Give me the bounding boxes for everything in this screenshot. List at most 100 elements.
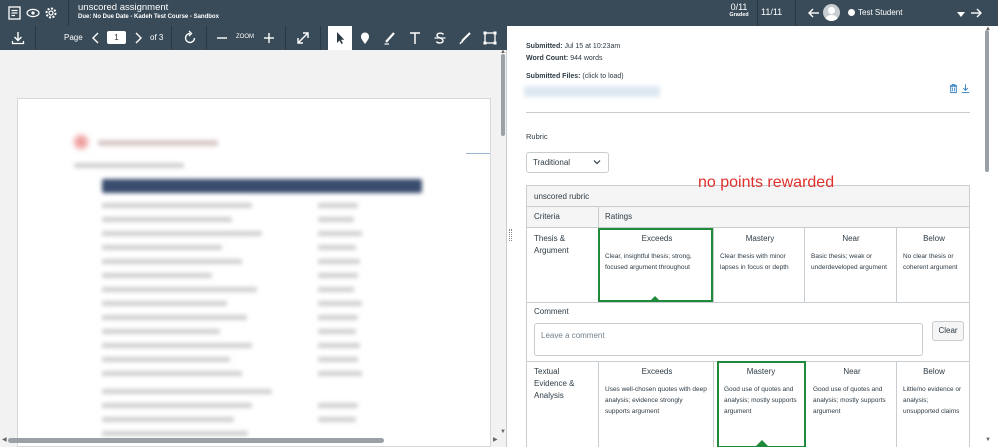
blurred-text	[102, 329, 220, 334]
comment-input[interactable]: Leave a comment	[534, 323, 923, 356]
rating-cell[interactable]: Mastery Clear thesis with minor lapses i…	[720, 234, 800, 273]
eye-icon[interactable]	[25, 5, 41, 21]
blurred-text	[102, 417, 234, 422]
document-horizontal-scrollbar[interactable]	[8, 438, 384, 443]
blurred-text	[102, 343, 252, 348]
selected-rating-outline	[598, 228, 713, 302]
rubric-header-row: Criteria Ratings	[527, 207, 969, 228]
rating-title: Mastery	[745, 234, 775, 243]
blurred-text	[102, 357, 230, 362]
zoom-in-icon[interactable]	[261, 30, 277, 46]
arrow-left-icon[interactable]	[806, 5, 822, 21]
blurred-text	[102, 315, 247, 320]
row-divider	[527, 302, 969, 303]
expand-icon[interactable]	[295, 30, 311, 46]
scroll-down-arrow[interactable]: ▼	[985, 437, 991, 443]
rating-cell[interactable]: Near Good use of quotes and analysis; mo…	[813, 367, 891, 417]
draw-icon[interactable]	[457, 30, 473, 46]
area-icon[interactable]	[482, 30, 498, 46]
scroll-down-arrow[interactable]: ▼	[500, 429, 506, 435]
gradebook-icon[interactable]	[7, 5, 23, 21]
assignment-title[interactable]: unscored assignment	[78, 2, 168, 13]
rubric-type-select[interactable]: Traditional	[526, 152, 609, 173]
rubric-label: Rubric	[526, 132, 548, 141]
pin-icon[interactable]	[357, 30, 373, 46]
word-count-label: Word Count:	[526, 55, 569, 62]
column-divider	[896, 361, 897, 447]
rating-title: Below	[923, 234, 945, 243]
clear-button[interactable]: Clear	[932, 321, 964, 341]
trash-icon[interactable]	[948, 83, 959, 94]
blurred-text	[102, 245, 222, 250]
blurred-text	[318, 217, 354, 222]
text-icon[interactable]	[407, 30, 423, 46]
blurred-text	[102, 431, 248, 436]
rotate-icon[interactable]	[182, 30, 198, 46]
chevron-down-icon	[592, 157, 602, 169]
selected-indicator	[756, 440, 768, 446]
blurred-text	[102, 403, 252, 408]
document-vertical-scrollbar[interactable]	[501, 54, 505, 136]
download-icon[interactable]	[10, 30, 26, 46]
blurred-text	[102, 273, 212, 278]
blurred-text	[102, 287, 257, 292]
divider	[466, 153, 490, 154]
student-selector[interactable]: Test Student	[858, 8, 902, 17]
graded-count: 0/11 Graded	[724, 2, 754, 18]
zoom-out-icon[interactable]	[214, 30, 230, 46]
submitted-file-link[interactable]	[524, 86, 660, 97]
divider	[795, 0, 796, 26]
rating-cell[interactable]: Below Little/no evidence or analysis; un…	[903, 367, 965, 417]
chevron-right-icon[interactable]	[130, 30, 146, 46]
word-count: Word Count: 944 words	[526, 55, 603, 62]
submitted-files-hint: (click to load)	[582, 73, 624, 80]
blurred-text	[102, 259, 242, 264]
divider	[206, 26, 207, 50]
rubric-table: unscored rubric Criteria Ratings Thesis …	[526, 185, 970, 447]
rating-cell[interactable]: Near Basic thesis; weak or underdevelope…	[811, 234, 891, 273]
divider	[757, 0, 758, 26]
scroll-right-arrow[interactable]: ▶	[493, 436, 498, 443]
strikethrough-icon[interactable]	[432, 30, 448, 46]
blurred-text	[318, 371, 362, 376]
avatar	[823, 4, 840, 21]
rating-description: Uses well-chosen quotes with deep analys…	[605, 386, 707, 415]
blurred-text	[74, 163, 184, 168]
rating-title: Below	[923, 367, 945, 376]
document-page[interactable]	[17, 98, 491, 447]
chevron-down-icon[interactable]	[953, 6, 967, 20]
column-divider	[598, 361, 599, 447]
chevron-left-icon[interactable]	[88, 30, 104, 46]
blurred-text	[318, 329, 356, 334]
graded-count-value: 0/11	[730, 2, 748, 12]
panel-vertical-scrollbar[interactable]	[985, 30, 989, 172]
divider	[35, 26, 36, 50]
document-toolbar: Page of 3 ZOOM	[0, 26, 507, 50]
submitted-date: Submitted: Jul 15 at 10:23am	[526, 43, 620, 50]
highlight-icon[interactable]	[382, 30, 398, 46]
scroll-up-arrow[interactable]: ▲	[985, 26, 991, 32]
blurred-text	[318, 231, 362, 236]
scroll-left-arrow[interactable]: ◀	[2, 436, 7, 443]
scroll-up-arrow[interactable]: ▲	[500, 49, 506, 55]
rating-title: Exceeds	[641, 367, 673, 376]
blurred-text	[102, 301, 227, 306]
arrow-right-icon[interactable]	[968, 5, 984, 21]
rating-cell[interactable]: Exceeds Uses well-chosen quotes with dee…	[605, 367, 709, 417]
column-divider	[713, 361, 714, 447]
gear-icon[interactable]	[43, 5, 59, 21]
document-viewer[interactable]	[0, 50, 507, 447]
page-number-input[interactable]	[107, 31, 126, 44]
rating-title: Near	[842, 234, 860, 243]
download-icon[interactable]	[960, 83, 971, 94]
assignment-subtitle: Due: No Due Date - Kadeh Test Course - S…	[78, 14, 219, 20]
criterion-name: Thesis & Argument	[534, 234, 569, 255]
blurred-text	[318, 343, 360, 348]
rating-description: Good use of quotes and analysis; mostly …	[813, 386, 886, 415]
page-total: of 3	[150, 33, 164, 42]
rating-cell[interactable]: Below No clear thesis or coherent argume…	[903, 234, 965, 273]
pointer-icon[interactable]	[332, 30, 348, 46]
blurred-text	[318, 417, 356, 422]
student-counter: 11/11	[761, 7, 783, 17]
zoom-label: ZOOM	[236, 34, 254, 40]
